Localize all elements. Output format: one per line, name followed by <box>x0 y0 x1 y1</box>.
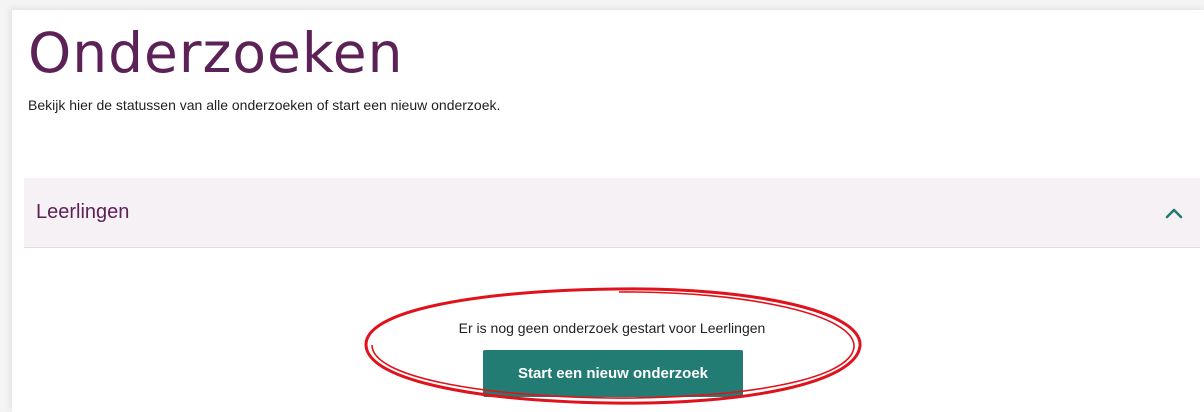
empty-state-message: Er is nog geen onderzoek gestart voor Le… <box>458 320 766 336</box>
accordion-body: Er is nog geen onderzoek gestart voor Le… <box>24 248 1200 412</box>
accordion-header[interactable]: Leerlingen <box>24 178 1200 248</box>
page-container: Onderzoeken Bekijk hier de statussen van… <box>12 10 1204 412</box>
accordion-leerlingen: Leerlingen Er is nog geen onderzoek gest… <box>24 178 1200 412</box>
page-title: Onderzoeken <box>28 21 404 85</box>
chevron-up-icon[interactable] <box>1162 201 1186 225</box>
accordion-title: Leerlingen <box>36 201 130 223</box>
start-new-research-button[interactable]: Start een nieuw onderzoek <box>483 350 743 397</box>
page-subtitle: Bekijk hier de statussen van alle onderz… <box>28 97 501 113</box>
